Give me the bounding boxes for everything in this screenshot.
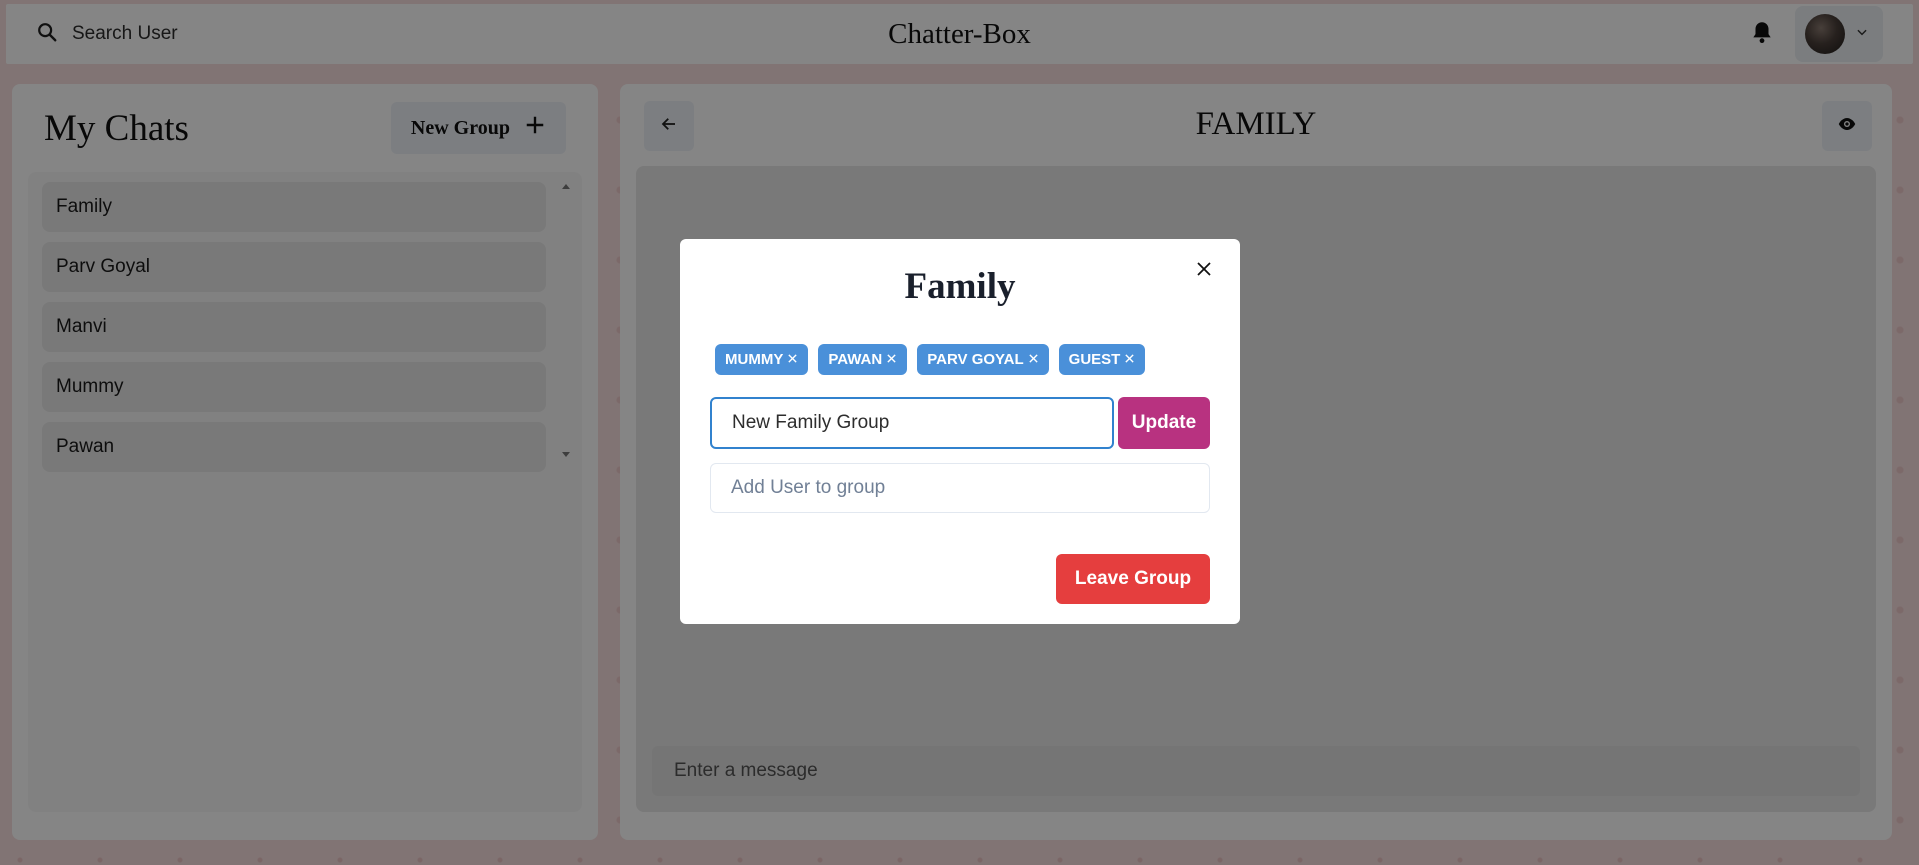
group-name-input[interactable] bbox=[710, 397, 1114, 449]
member-tag[interactable]: MUMMY bbox=[715, 344, 809, 375]
member-tag[interactable]: PAWAN bbox=[818, 344, 908, 375]
close-icon bbox=[1195, 260, 1213, 283]
rename-row: Update bbox=[710, 397, 1210, 449]
member-tag-label: PAWAN bbox=[828, 351, 883, 368]
update-button[interactable]: Update bbox=[1118, 397, 1210, 449]
update-group-modal: Family MUMMY PAWAN PARV GOYAL GUEST Upda… bbox=[680, 239, 1240, 624]
member-tag[interactable]: PARV GOYAL bbox=[917, 344, 1049, 375]
close-icon[interactable] bbox=[787, 351, 798, 368]
member-tags: MUMMY PAWAN PARV GOYAL GUEST bbox=[710, 344, 1210, 375]
close-icon[interactable] bbox=[886, 351, 897, 368]
add-user-input[interactable] bbox=[710, 463, 1210, 513]
modal-title: Family bbox=[904, 266, 1016, 307]
member-tag-label: PARV GOYAL bbox=[927, 351, 1024, 368]
close-button[interactable] bbox=[1190, 257, 1218, 285]
member-tag-label: GUEST bbox=[1068, 351, 1121, 368]
leave-group-button[interactable]: Leave Group bbox=[1056, 554, 1210, 604]
member-tag-label: MUMMY bbox=[725, 351, 784, 368]
close-icon[interactable] bbox=[1028, 351, 1039, 368]
close-icon[interactable] bbox=[1124, 351, 1135, 368]
member-tag[interactable]: GUEST bbox=[1058, 344, 1146, 375]
